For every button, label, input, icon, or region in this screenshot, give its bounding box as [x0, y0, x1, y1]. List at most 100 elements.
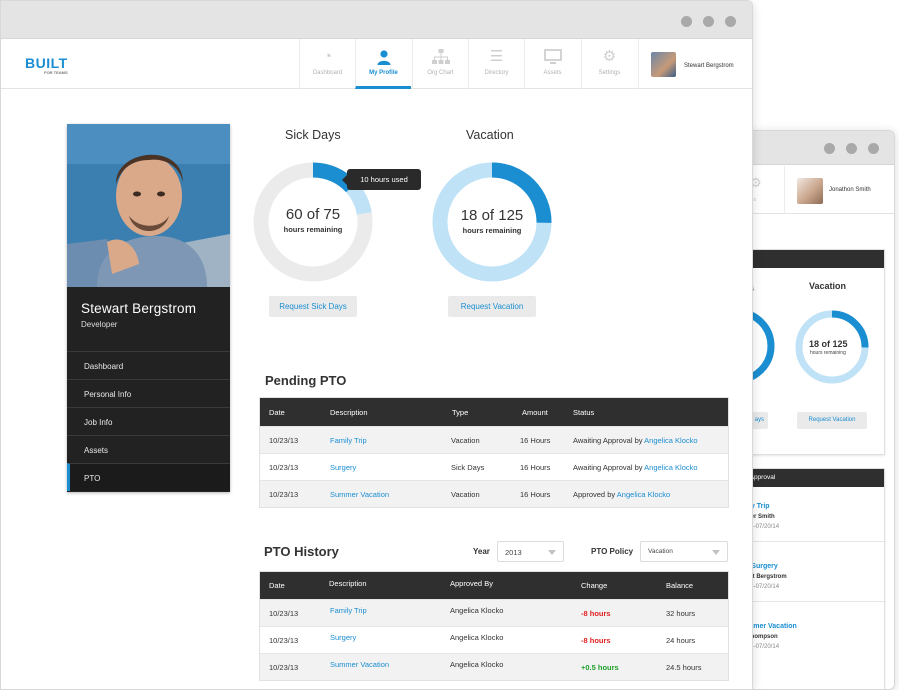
- cell-date: 10/23/13: [269, 663, 299, 672]
- nav-divider: [638, 39, 639, 89]
- nav-my-profile[interactable]: My Profile: [355, 39, 411, 89]
- vacation-title: Vacation: [809, 281, 847, 291]
- profile-photo: [67, 124, 230, 287]
- approver-link[interactable]: Angelica Klocko: [644, 463, 697, 472]
- window-control-dot[interactable]: [824, 143, 835, 154]
- user-name[interactable]: Jonathon Smith: [829, 187, 871, 193]
- back-navbar: ⚙ ttings Jonathon Smith: [741, 166, 894, 214]
- pie-chart-icon: ◔: [322, 48, 333, 65]
- window-control-dot[interactable]: [725, 16, 736, 27]
- cell-amount: 16 Hours: [520, 490, 551, 499]
- sick-days-title: Sick Days: [285, 128, 341, 142]
- column-header[interactable]: Description: [330, 408, 368, 417]
- profile-card: Stewart Bergstrom Developer Dashboard Pe…: [67, 124, 230, 492]
- used-hours-tooltip: 10 hours used: [342, 169, 421, 190]
- policy-value: Vacation: [648, 548, 673, 555]
- table-row[interactable]: 10/23/13 Family Trip Angelica Klocko -8 hou…: [260, 599, 728, 626]
- cell-date: 10/23/13: [269, 490, 299, 499]
- column-header[interactable]: Amount: [522, 408, 548, 417]
- cell-status: Awaiting Approval by Angelica Klocko: [573, 463, 698, 472]
- approval-title-link[interactable]: mmer Vacation: [747, 623, 797, 630]
- cell-description-link[interactable]: Summer Vacation: [330, 490, 389, 499]
- cell-change: -8 hours: [581, 609, 611, 618]
- pto-history-table: Date Description Approved By Change Bala…: [259, 571, 729, 681]
- window-control-dot[interactable]: [703, 16, 714, 27]
- column-header[interactable]: Type: [452, 408, 468, 417]
- year-select[interactable]: 2013: [497, 541, 564, 562]
- cell-description-link[interactable]: Family Trip: [330, 436, 367, 445]
- nav-label: Assets: [543, 70, 562, 76]
- avatar[interactable]: [797, 178, 823, 204]
- cell-type: Sick Days: [451, 463, 485, 472]
- request-vacation-button[interactable]: Request Vacation: [448, 296, 536, 317]
- pto-history-title: PTO History: [264, 544, 339, 559]
- avatar[interactable]: [651, 52, 676, 77]
- nav-label: My Profile: [369, 70, 398, 76]
- pto-summary-panel: s e ays Vacation 18 of 125 hours remaini…: [741, 249, 885, 455]
- nav-org-chart[interactable]: Org Chart: [412, 39, 468, 89]
- profile-menu-assets[interactable]: Assets: [67, 435, 230, 463]
- window-control-dot[interactable]: [868, 143, 879, 154]
- nav-directory[interactable]: ☰ Directory: [468, 39, 524, 89]
- column-header[interactable]: Status: [573, 408, 594, 417]
- column-header[interactable]: Change: [581, 581, 607, 590]
- list-icon: ☰: [489, 48, 504, 65]
- nav-dashboard[interactable]: ◔ Dashboard: [299, 39, 355, 89]
- table-row[interactable]: 10/23/13 Family Trip Vacation 16 Hours Await…: [260, 426, 728, 453]
- history-rows: 10/23/13 Family Trip Angelica Klocko -8 hou…: [260, 599, 728, 680]
- cell-date: 10/23/13: [269, 436, 299, 445]
- top-navbar: BUILT FOR TEAMS ◔ Dashboard My Profile O…: [1, 39, 752, 89]
- approval-panel: r Approval ily Trip ifer Smith 14-07/20/14…: [741, 468, 886, 689]
- request-sick-days-button[interactable]: Request Sick Days: [269, 296, 357, 317]
- app-logo[interactable]: BUILT FOR TEAMS: [25, 55, 68, 75]
- vacation-sub: hours remaining: [810, 350, 846, 356]
- nav-label: Dashboard: [312, 70, 343, 76]
- title-bar: [1, 1, 752, 39]
- pto-policy-select[interactable]: Vacation: [640, 541, 728, 562]
- nav-assets[interactable]: Assets: [524, 39, 580, 89]
- status-text: Awaiting Approval by: [573, 436, 643, 445]
- person-icon: [375, 49, 393, 65]
- chevron-down-icon: [712, 550, 720, 555]
- cell-type: Vacation: [451, 436, 480, 445]
- profile-menu-dashboard[interactable]: Dashboard: [67, 351, 230, 379]
- cell-balance: 32 hours: [666, 609, 696, 618]
- table-row[interactable]: 10/23/13 Summer Vacation Angelica Klocko +0…: [260, 653, 728, 680]
- approver-link[interactable]: Angelica Klocko: [617, 490, 670, 499]
- vacation-value: 18 of 125: [809, 339, 848, 349]
- cell-balance: 24 hours: [666, 636, 696, 645]
- cell-description-link[interactable]: Surgery: [330, 633, 356, 642]
- column-header[interactable]: Date: [269, 408, 285, 417]
- user-name[interactable]: Stewart Bergstrom: [684, 63, 734, 69]
- vacation-value: 18 of 125: [461, 207, 524, 224]
- cell-date: 10/23/13: [269, 609, 299, 618]
- profile-menu-job-info[interactable]: Job Info: [67, 407, 230, 435]
- request-vacation-button[interactable]: Request Vacation: [797, 412, 867, 429]
- window-control-dot[interactable]: [681, 16, 692, 27]
- cell-description-link[interactable]: Surgery: [330, 463, 356, 472]
- sick-days-value: 60 of 75: [286, 206, 340, 223]
- column-header[interactable]: Date: [269, 581, 285, 590]
- cell-amount: 16 Hours: [520, 463, 551, 472]
- cell-description-link[interactable]: Summer Vacation: [330, 660, 389, 669]
- table-row[interactable]: 10/23/13 Surgery Angelica Klocko -8 hours 24…: [260, 626, 728, 653]
- nav-settings[interactable]: ⚙ Settings: [581, 39, 637, 89]
- profile-menu-pto[interactable]: PTO: [67, 463, 230, 491]
- table-row[interactable]: 10/23/13 Summer Vacation Vacation 16 Hours A…: [260, 480, 728, 507]
- cell-description-link[interactable]: Family Trip: [330, 606, 367, 615]
- cell-balance: 24.5 hours: [666, 663, 702, 672]
- year-label: Year: [473, 547, 490, 556]
- table-row[interactable]: 10/23/13 Surgery Sick Days 16 Hours Awaiting…: [260, 453, 728, 480]
- chevron-down-icon: [548, 550, 556, 555]
- window-control-dot[interactable]: [846, 143, 857, 154]
- status-text: Approved by: [573, 490, 616, 499]
- cell-change: -8 hours: [581, 636, 611, 645]
- status-text: Awaiting Approval by: [573, 463, 643, 472]
- approver-link[interactable]: Angelica Klocko: [644, 436, 697, 445]
- pending-pto-table: Date Description Type Amount Status 10/2…: [259, 397, 729, 508]
- column-header[interactable]: Description: [329, 579, 367, 588]
- column-header[interactable]: Approved By: [450, 579, 493, 588]
- profile-menu-personal-info[interactable]: Personal Info: [67, 379, 230, 407]
- column-header[interactable]: Balance: [666, 581, 693, 590]
- background-window: ⚙ ttings Jonathon Smith s e ays Vacation…: [740, 130, 895, 690]
